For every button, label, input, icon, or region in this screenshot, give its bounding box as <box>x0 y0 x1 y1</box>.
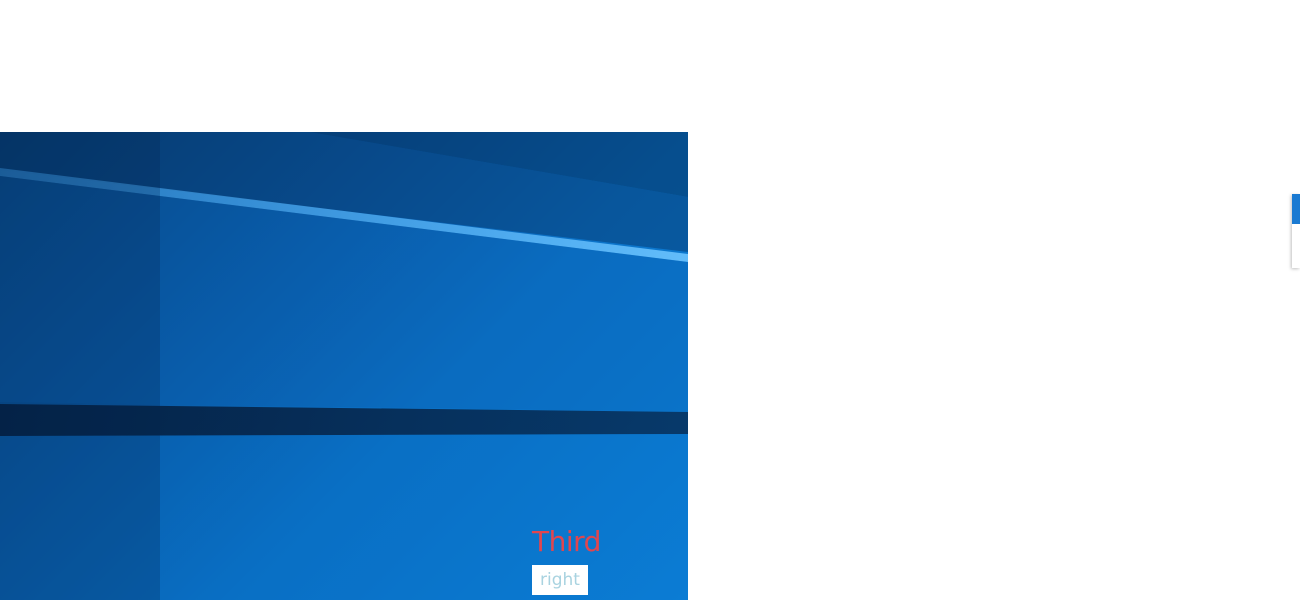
side-panel-accent <box>1292 194 1300 224</box>
caption-title: Third <box>532 525 601 558</box>
page: Third right <box>0 0 1300 600</box>
side-panel-edge[interactable] <box>1292 194 1300 268</box>
slide-image[interactable]: Third right <box>0 132 688 600</box>
caption-tag: right <box>532 565 588 595</box>
